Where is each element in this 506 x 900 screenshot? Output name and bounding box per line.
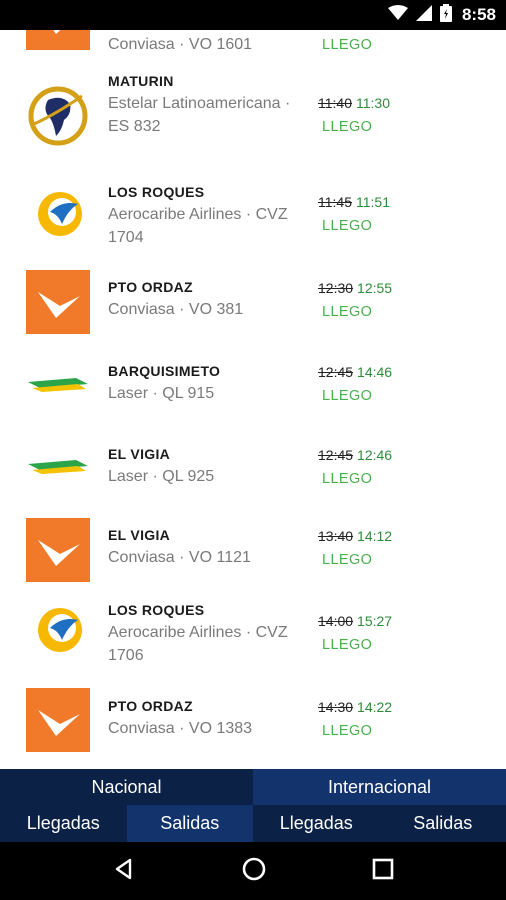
aerocaribe-logo-icon [26,182,90,246]
flight-carrier: Estelar Latinoamericana · ES 832 [108,95,291,135]
actual-time: 12:55 [357,280,393,296]
flight-destination: LOS ROQUES [108,602,205,618]
flight-destination: PTO ORDAZ [108,279,193,295]
flight-destination: EL VIGIA [108,446,171,462]
status-time: 8:58 [461,5,496,24]
aerocaribe-logo-icon [26,598,90,662]
flight-status: LLEGO [322,637,373,653]
flight-row[interactable]: PTO ORDAZ Conviasa · VO 381 12:30 12:55 L… [0,268,506,338]
recents-icon[interactable] [372,858,394,885]
flight-status: LLEGO [322,471,373,487]
estelar-logo-icon [26,84,90,148]
actual-time: 11:30 [356,95,390,111]
actual-time: 14:12 [357,528,393,544]
flight-status: LLEGO [322,552,373,568]
flight-carrier: Conviasa · VO 1121 [108,549,251,566]
flight-row[interactable]: LOS ROQUES Aerocaribe Airlines · CVZ 170… [0,596,506,676]
tab-internacional-salidas[interactable]: Salidas [379,805,506,842]
flight-list[interactable]: Conviasa · VO 1601 LLEGO MATURIN Estelar… [0,30,506,769]
battery-icon [439,3,452,27]
scheduled-time: 12:45 [318,447,354,463]
flight-row[interactable]: BARQUISIMETO Laser · QL 915 12:45 14:46 L… [0,352,506,422]
tab-internacional[interactable]: Internacional [253,769,506,805]
flight-status: LLEGO [322,723,373,739]
actual-time: 14:22 [357,699,393,715]
flight-carrier: Conviasa · VO 381 [108,301,244,318]
scheduled-time: 12:45 [318,364,354,380]
status-bar: 8:58 [0,0,506,30]
flight-destination: PTO ORDAZ [108,698,193,714]
flight-carrier: Laser · QL 925 [108,468,215,485]
flight-row[interactable]: MATURIN Estelar Latinoamericana · ES 832… [0,66,506,162]
flight-status: LLEGO [322,388,373,404]
conviasa-logo-icon [26,270,90,334]
scheduled-time: 14:30 [318,699,354,715]
tab-nacional[interactable]: Nacional [0,769,253,805]
scheduled-time: 12:30 [318,280,354,296]
actual-time: 11:51 [356,194,390,210]
direction-tabs: Llegadas Salidas Llegadas Salidas [0,805,506,842]
actual-time: 15:27 [357,613,393,629]
cell-signal-icon [415,4,432,26]
flight-destination: EL VIGIA [108,527,171,543]
flight-status: LLEGO [322,304,373,320]
actual-time: 14:46 [357,364,393,380]
flight-status: LLEGO [322,119,373,135]
scheduled-time: 11:40 [318,95,352,111]
laser-logo-icon [26,354,90,418]
flight-row[interactable]: EL VIGIA Laser · QL 925 12:45 12:46 LLEGO [0,434,506,504]
flight-status: LLEGO [322,218,373,234]
back-icon[interactable] [112,857,136,886]
actual-time: 12:46 [357,447,393,463]
flight-carrier: Aerocaribe Airlines · CVZ 1704 [108,206,288,246]
scheduled-time: 13:40 [318,528,354,544]
flight-carrier: Conviasa · VO 1383 [108,720,253,737]
flight-destination: MATURIN [108,73,174,89]
flight-row[interactable]: LOS ROQUES Aerocaribe Airlines · CVZ 170… [0,178,506,250]
system-navbar [0,842,506,900]
conviasa-logo-icon [26,518,90,582]
scheduled-time: 14:00 [318,613,354,629]
flight-row[interactable]: EL VIGIA Conviasa · VO 1121 13:40 14:12 L… [0,516,506,586]
flight-destination: LOS ROQUES [108,184,205,200]
scheduled-time: 11:45 [318,194,352,210]
home-icon[interactable] [241,856,267,887]
tab-internacional-llegadas[interactable]: Llegadas [253,805,380,842]
flight-carrier: Conviasa · VO 1601 [108,36,253,53]
tab-nacional-llegadas[interactable]: Llegadas [0,805,127,842]
flight-carrier: Laser · QL 915 [108,385,215,402]
region-tabs: Nacional Internacional [0,769,506,805]
flight-destination: BARQUISIMETO [108,363,221,379]
laser-logo-icon [26,436,90,500]
conviasa-logo-icon [26,30,90,50]
flight-row[interactable]: Conviasa · VO 1601 LLEGO [0,30,506,53]
tab-nacional-salidas[interactable]: Salidas [126,805,253,842]
wifi-icon [387,4,408,26]
conviasa-logo-icon [26,688,90,752]
flight-carrier: Aerocaribe Airlines · CVZ 1706 [108,624,288,664]
flight-row[interactable]: PTO ORDAZ Conviasa · VO 1383 14:30 14:22 … [0,686,506,756]
flight-status: LLEGO [322,37,373,53]
